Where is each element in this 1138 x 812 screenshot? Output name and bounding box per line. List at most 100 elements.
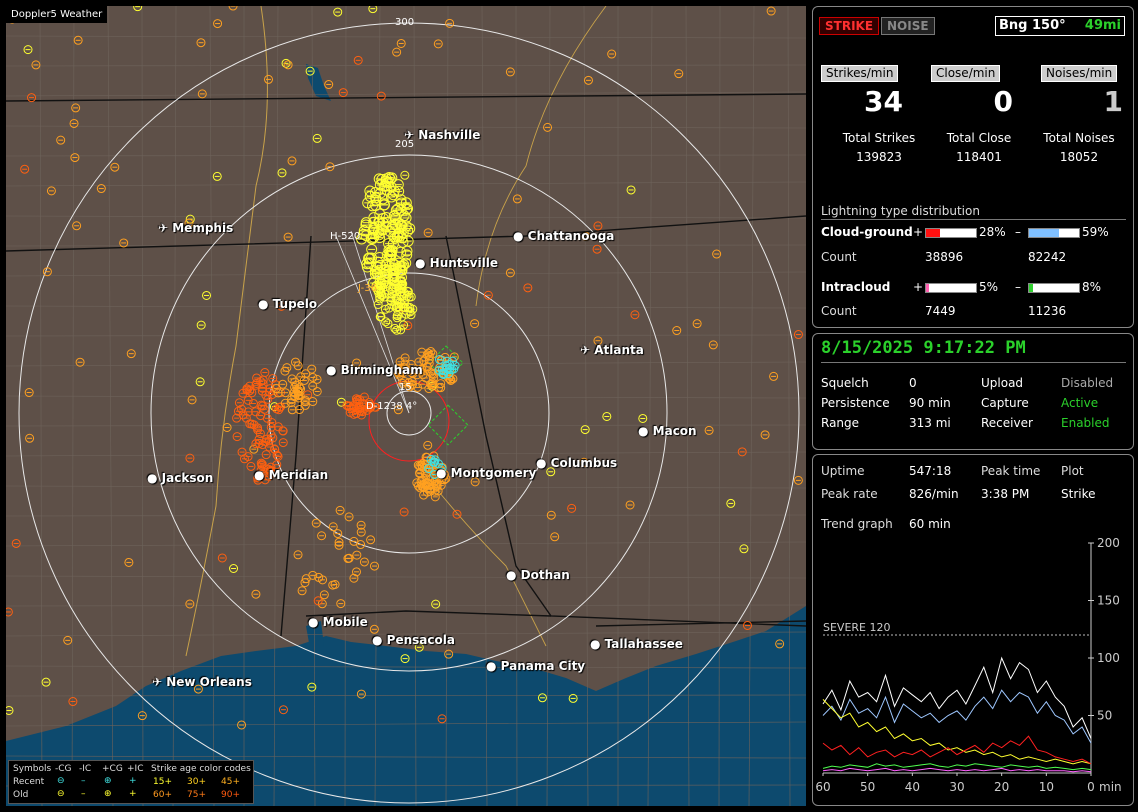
strike-marker (63, 635, 73, 645)
city-name: Meridian (268, 468, 329, 482)
trend-series-line (822, 656, 1092, 739)
uptime-value: 547:18 (909, 464, 952, 478)
total-noises-value: 18052 (1059, 150, 1099, 164)
intracloud-label: Intracloud (821, 280, 891, 294)
city-new-orleans: ✈ New Orleans (152, 675, 252, 689)
capture-value[interactable]: Active (1061, 396, 1098, 410)
trend-panel: Uptime 547:18 Peak time Plot Peak rate 8… (812, 454, 1134, 806)
strike-marker (307, 364, 317, 374)
strike-marker (6, 705, 14, 715)
noise-mode-button[interactable]: NOISE (881, 17, 935, 35)
total-close-value: 118401 (956, 150, 1002, 164)
city-name: Columbus (550, 456, 618, 470)
strike-marker (41, 677, 51, 687)
strikes-per-min-button[interactable]: Strikes/min (821, 65, 899, 82)
legend-age: 45+ (221, 777, 240, 787)
strike-marker (124, 557, 134, 567)
trend-series-line (822, 763, 1092, 771)
persistence-value: 90 min (909, 396, 951, 410)
strike-marker (366, 535, 376, 545)
strike-marker (433, 39, 443, 49)
strike-marker (260, 368, 270, 378)
close-per-min-button[interactable]: Close/min (931, 65, 1001, 82)
city-dot-icon: ● (258, 297, 273, 311)
strike-marker (287, 156, 297, 166)
cg-positive-pct: 28% (979, 225, 1006, 239)
city-dot-icon: ● (590, 637, 605, 651)
upload-label: Upload (981, 376, 1024, 390)
city-montgomery: ● Montgomery (436, 466, 536, 480)
strike-marker (567, 503, 577, 513)
upload-value[interactable]: Disabled (1061, 376, 1113, 390)
strike-marker (196, 320, 206, 330)
strike-marker (431, 599, 441, 609)
strike-marker (692, 319, 702, 329)
strike-marker (312, 386, 322, 396)
strike-marker (202, 290, 212, 300)
strike-mode-button[interactable]: STRIKE (819, 17, 880, 35)
city-memphis: ✈ Memphis (158, 221, 233, 235)
strike-marker (400, 170, 410, 180)
bearing-readout: Bng 150° 49mi (995, 16, 1125, 36)
cg-minus-sign: – (1015, 225, 1021, 239)
city-chattanooga: ● Chattanooga (513, 229, 614, 243)
legend-symbol: – (81, 789, 86, 799)
city-nashville: ✈ Nashville (404, 128, 480, 142)
strike-marker (6, 607, 13, 617)
strike-marker (73, 35, 83, 45)
strike-marker (126, 349, 136, 359)
strike-marker (625, 500, 635, 510)
city-tupelo: ● Tupelo (258, 297, 317, 311)
y-tick-label: 50 (1097, 709, 1112, 723)
airport-icon: ✈ (152, 675, 167, 689)
noises-per-min-button[interactable]: Noises/min (1041, 65, 1118, 82)
strike-marker (212, 171, 222, 181)
city-name: Memphis (172, 221, 234, 235)
total-close-label: Total Close (946, 131, 1012, 145)
strike-marker (187, 395, 197, 405)
strike-marker (386, 191, 398, 203)
strike-marker (769, 371, 779, 381)
city-macon: ● Macon (638, 424, 697, 438)
strike-marker (319, 590, 329, 600)
strike-marker (308, 381, 318, 391)
strike-marker (185, 599, 195, 609)
total-strikes-value: 139823 (856, 150, 902, 164)
strike-marker (387, 223, 399, 235)
strike-marker (293, 550, 303, 560)
receiver-value[interactable]: Enabled (1061, 416, 1110, 430)
city-name: Macon (652, 424, 697, 438)
city-name: Huntsville (429, 256, 498, 270)
legend-symbol: + (129, 776, 137, 786)
strike-marker (726, 498, 736, 508)
strike-marker (399, 507, 409, 517)
ic-negative-pct: 8% (1082, 280, 1102, 294)
strike-marker (72, 221, 82, 231)
strike-marker (23, 45, 33, 55)
strike-marker (737, 447, 747, 457)
city-name: Mobile (322, 615, 368, 629)
strike-marker (452, 509, 462, 519)
city-name: Birmingham (340, 363, 423, 377)
strike-marker (423, 228, 433, 238)
strike-marker (277, 168, 287, 178)
strike-marker (229, 564, 239, 574)
lightning-map[interactable]: Doppler5 Weather 300 205 15 H-520 J-36 D… (6, 6, 806, 806)
capture-label: Capture (981, 396, 1029, 410)
trend-series-line (822, 689, 1092, 744)
plot-value[interactable]: Strike (1061, 487, 1096, 501)
x-tick-label: 20 (994, 780, 1009, 794)
city-dot-icon: ● (254, 468, 269, 482)
strike-marker (333, 7, 343, 17)
cg-count-label: Count (821, 250, 857, 264)
strike-marker (638, 413, 648, 423)
severe-threshold-label: SEVERE 120 (823, 621, 891, 634)
cg-negative-pct: 59% (1082, 225, 1109, 239)
city-dot-icon: ● (326, 363, 341, 377)
x-tick-label: 10 (1039, 780, 1054, 794)
city-dot-icon: ● (486, 659, 501, 673)
city-name: Panama City (500, 659, 586, 673)
strike-marker (110, 162, 120, 172)
city-mobile: ● Mobile (308, 615, 368, 629)
strike-marker (283, 60, 293, 70)
